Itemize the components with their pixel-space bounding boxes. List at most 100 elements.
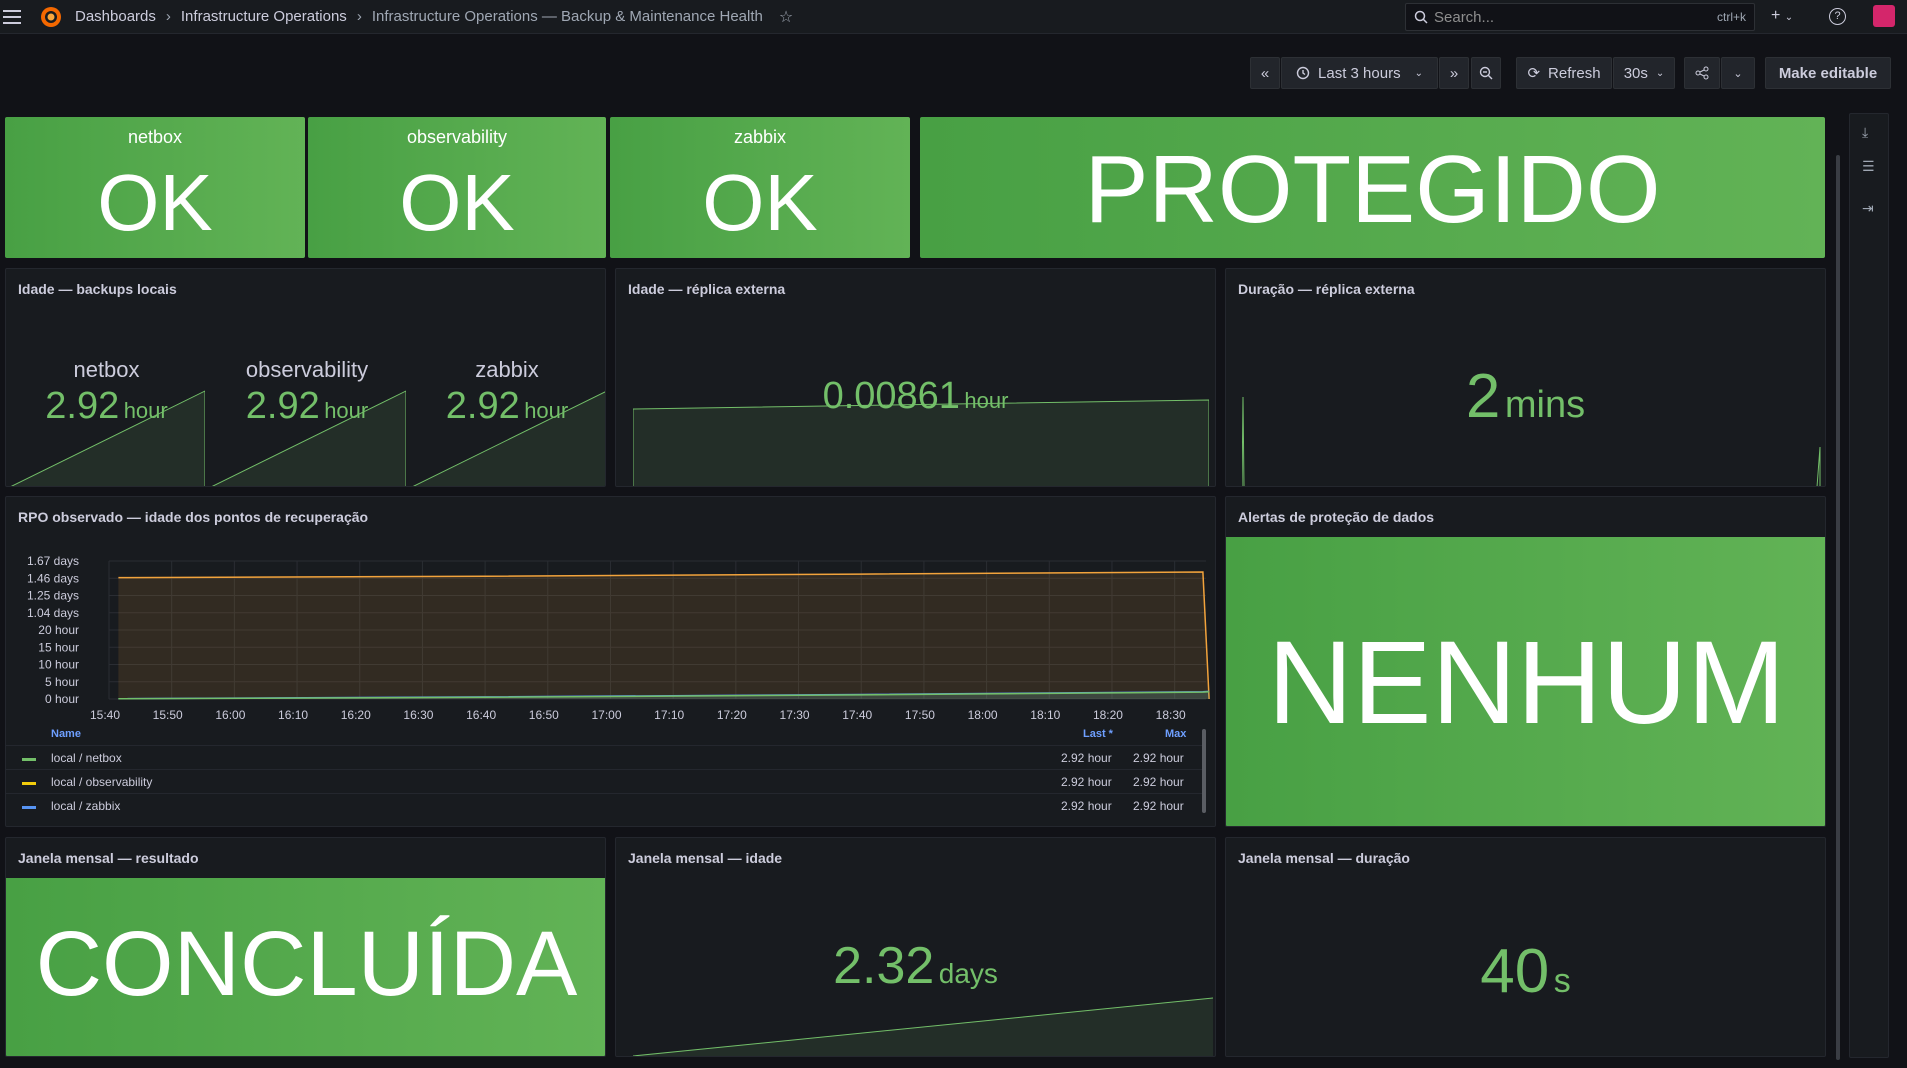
refresh-label: Refresh [1548, 64, 1601, 82]
panel-title: Janela mensal — resultado [18, 850, 199, 866]
stat-value: 0.00861 [822, 375, 960, 417]
stat-replica-age: 0.00861 hour [616, 375, 1215, 418]
panel-local-backup-age: Idade — backups locais netbox 2.92 hour … [5, 268, 606, 487]
panel-monthly-age: Janela mensal — idade 2.32 days [615, 837, 1216, 1057]
stat-value: 2.92 [245, 385, 320, 427]
page-scrollbar[interactable] [1836, 155, 1840, 1060]
legend-last: 2.92 hour [1061, 751, 1112, 765]
legend-row[interactable]: local / netbox 2.92 hour 2.92 hour [6, 745, 1206, 769]
series-area [118, 572, 1210, 699]
chevron-down-icon: ⌄ [1655, 67, 1665, 79]
time-shift-forward-button[interactable]: » [1439, 57, 1469, 89]
chevron-down-icon: ⌄ [1414, 67, 1423, 79]
y-tick-label: 0 hour [45, 692, 79, 706]
legend-row[interactable]: local / observability 2.92 hour 2.92 hou… [6, 769, 1206, 793]
refresh-interval-picker[interactable]: 30s ⌄ [1613, 57, 1675, 89]
stat-unit: hour [964, 388, 1009, 413]
y-tick-label: 15 hour [38, 640, 79, 654]
y-tick-label: 1.67 days [27, 554, 79, 568]
legend-last: 2.92 hour [1061, 799, 1112, 813]
make-editable-button[interactable]: Make editable [1765, 57, 1891, 89]
stat-name: zabbix [475, 357, 539, 382]
search-input[interactable]: Search... ctrl+k [1405, 3, 1755, 31]
stat-unit: hour [123, 398, 168, 423]
status-tile-netbox: netbox OK [5, 117, 305, 258]
tile-title: netbox [127, 127, 183, 147]
x-tick-label: 16:40 [466, 708, 496, 721]
zoom-out-icon [1479, 66, 1493, 80]
tile-value: OK [97, 158, 213, 247]
stat-unit: s [1553, 962, 1571, 1000]
x-tick-label: 16:10 [278, 708, 308, 721]
stat-value: 2 [1465, 362, 1501, 431]
tile-title: zabbix [733, 127, 787, 147]
share-icon [1695, 66, 1709, 80]
legend-swatch [22, 782, 36, 785]
legend-row[interactable]: local / zabbix 2.92 hour 2.92 hour [6, 793, 1206, 817]
y-tick-label: 20 hour [38, 623, 79, 637]
legend-swatch [22, 758, 36, 761]
x-tick-label: 17:00 [591, 708, 621, 721]
stat-replica-duration: 2 mins [1226, 361, 1825, 432]
panel-title: Janela mensal — duração [1238, 850, 1410, 866]
grafana-logo-icon[interactable] [39, 5, 63, 29]
star-icon[interactable]: ☆ [779, 7, 793, 27]
legend-header-max[interactable]: Max [1165, 728, 1186, 740]
y-tick-label: 1.25 days [27, 589, 79, 603]
clock-icon [1296, 66, 1310, 80]
legend-name: local / observability [51, 775, 153, 789]
x-tick-label: 18:20 [1093, 708, 1123, 721]
panel-title: Idade — réplica externa [628, 281, 786, 297]
panel-monthly-duration: Janela mensal — duração 40 s [1225, 837, 1826, 1057]
time-range-label: Last 3 hours [1318, 64, 1401, 82]
breadcrumb-dashboards[interactable]: Dashboards [75, 8, 156, 25]
status-tile-observability: observability OK [308, 117, 606, 258]
stat-monthly-duration: 40 s [1226, 936, 1825, 1007]
refresh-button[interactable]: ⟳ Refresh [1516, 57, 1612, 89]
help-icon[interactable]: ? [1829, 8, 1846, 25]
panel-rpo-timeseries: RPO observado — idade dos pontos de recu… [5, 496, 1216, 827]
legend-name: local / zabbix [51, 799, 121, 813]
legend-swatch [22, 806, 36, 809]
tile-title: observability [406, 127, 508, 147]
breadcrumb-dashboard-title: Infrastructure Operations — Backup & Mai… [371, 8, 763, 25]
share-button[interactable] [1684, 57, 1720, 89]
breadcrumb-folder[interactable]: Infrastructure Operations [181, 8, 347, 25]
x-tick-label: 16:30 [403, 708, 433, 721]
stat-name: observability [245, 357, 369, 382]
legend-max: 2.92 hour [1133, 775, 1184, 789]
outline-icon[interactable]: ☰ [1862, 158, 1875, 175]
x-tick-label: 17:50 [905, 708, 935, 721]
legend-name: local / netbox [51, 751, 122, 765]
tile-value: OK [399, 158, 515, 247]
share-menu-button[interactable]: ⌄ [1721, 57, 1755, 89]
stat-value: 2.92 [45, 385, 120, 427]
time-shift-back-button[interactable]: « [1250, 57, 1280, 89]
legend-last: 2.92 hour [1061, 775, 1112, 789]
rpo-chart[interactable]: 0 hour 5 hour 10 hour 15 hour 20 hour 1.04 da… [6, 541, 1216, 721]
user-avatar[interactable] [1873, 5, 1895, 27]
panel-title: Idade — backups locais [18, 281, 177, 297]
zoom-out-button[interactable] [1471, 57, 1501, 89]
right-side-rail: ⤓ ☰ ⇥ [1849, 113, 1889, 1058]
add-new-icon[interactable]: + ⌄ [1771, 7, 1793, 25]
stat-monthly-age: 2.32 days [616, 936, 1215, 996]
monthly-result-value: CONCLUÍDA [35, 913, 578, 1015]
save-icon[interactable]: ⤓ [1862, 124, 1868, 141]
x-tick-label: 17:10 [654, 708, 684, 721]
x-tick-label: 18:10 [1030, 708, 1060, 721]
legend-header-name[interactable]: Name [51, 728, 81, 740]
time-range-picker[interactable]: Last 3 hours ⌄ [1281, 57, 1438, 89]
legend-scrollbar[interactable] [1202, 729, 1206, 813]
stat-unit: hour [524, 398, 569, 423]
refresh-icon: ⟳ [1527, 65, 1541, 82]
alerts-value: NENHUM [1267, 617, 1786, 749]
chevron-right-icon: › [356, 8, 362, 25]
panel-title: Duração — réplica externa [1238, 281, 1415, 297]
tile-value: OK [702, 158, 818, 247]
stat-zabbix: zabbix 2.92 hour [407, 357, 605, 428]
collapse-panel-icon[interactable]: ⇥ [1862, 200, 1874, 217]
legend-header-last[interactable]: Last * [1083, 728, 1113, 740]
x-tick-label: 16:20 [341, 708, 371, 721]
menu-icon[interactable] [3, 9, 25, 24]
